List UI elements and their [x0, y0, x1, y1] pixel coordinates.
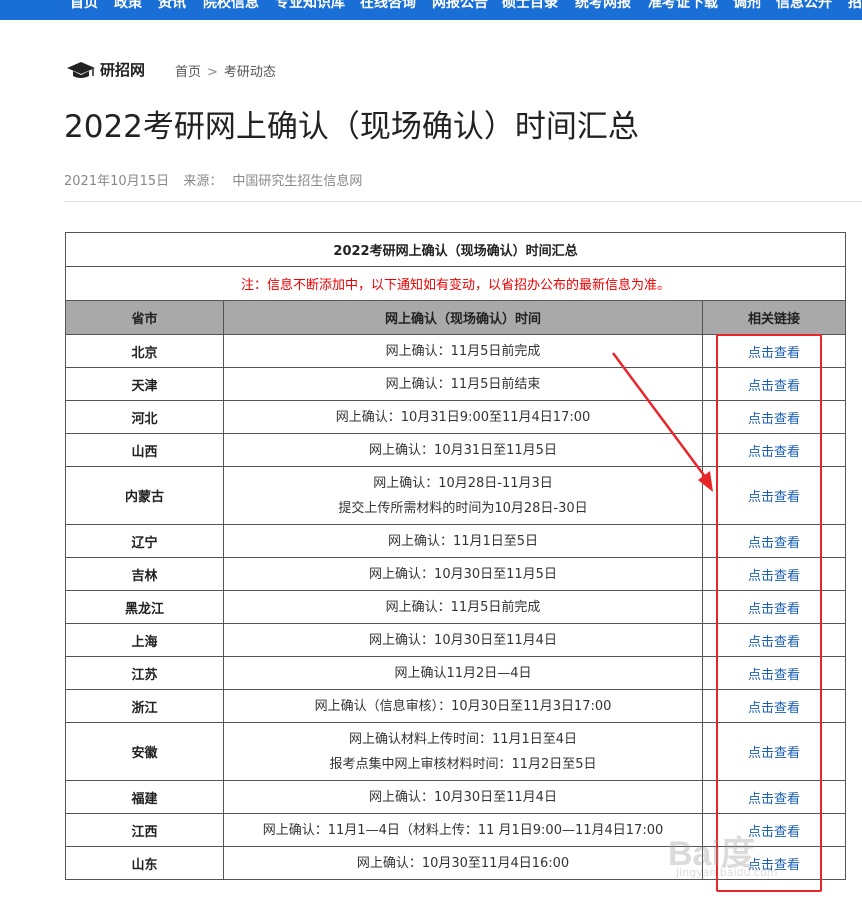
baidu-watermark: Bai度 jingyan.baidu.com: [668, 826, 858, 886]
watermark-url: jingyan.baidu.com: [676, 866, 778, 879]
red-arrow-annotation: [611, 352, 713, 492]
